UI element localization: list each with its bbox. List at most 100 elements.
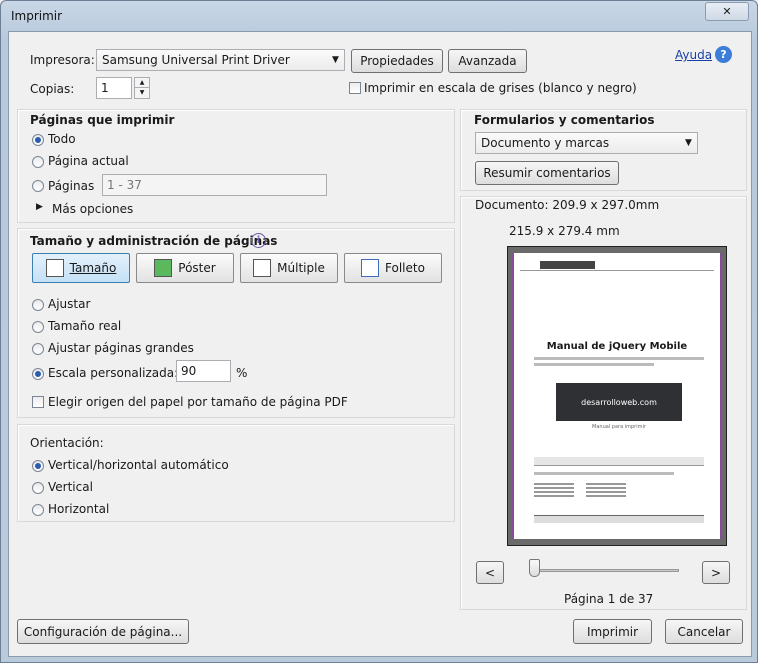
pages-title: Páginas que imprimir	[30, 113, 175, 127]
comments-select[interactable]: Documento y marcas ▼	[475, 132, 698, 154]
radio-current-label: Página actual	[48, 154, 129, 168]
chevron-down-icon: ▼	[685, 138, 692, 148]
next-page-button[interactable]: >	[702, 561, 730, 584]
radio-landscape-label: Horizontal	[48, 502, 110, 516]
print-button[interactable]: Imprimir	[573, 619, 652, 644]
help-icon[interactable]: ?	[715, 46, 732, 63]
page-range-input[interactable]: 1 - 37	[102, 174, 327, 196]
radio-current-page[interactable]	[32, 156, 44, 168]
tab-poster[interactable]: Póster	[136, 253, 234, 283]
page-slider-thumb[interactable]	[529, 559, 540, 577]
printer-select[interactable]: Samsung Universal Print Driver ▼	[96, 49, 345, 71]
preview-text-line	[534, 472, 674, 475]
prev-page-button[interactable]: <	[476, 561, 504, 584]
copies-input[interactable]: 1	[96, 77, 132, 99]
radio-auto-label: Vertical/horizontal automático	[48, 458, 229, 472]
radio-pages-label: Páginas	[48, 179, 95, 193]
radio-actual-label: Tamaño real	[48, 319, 122, 333]
poster-icon	[154, 259, 173, 277]
page-sizing-panel: Tamaño y administración de páginas i Tam…	[17, 228, 455, 418]
sizing-title: Tamaño y administración de páginas	[30, 234, 278, 248]
preview-footer-bar	[534, 515, 704, 523]
window-title: Imprimir	[11, 9, 63, 23]
comments-title: Formularios y comentarios	[474, 113, 655, 127]
radio-shrink[interactable]	[32, 343, 44, 355]
percent-label: %	[236, 366, 248, 380]
pdf-paper-source-label: Elegir origen del papel por tamaño de pá…	[48, 395, 348, 409]
close-icon: ✕	[722, 5, 732, 18]
comments-panel: Formularios y comentarios Documento y ma…	[460, 109, 747, 191]
header-logo-bar	[540, 261, 595, 269]
preview-authors-bar	[534, 457, 704, 466]
page-status-label: Página 1 de 37	[564, 592, 654, 606]
tab-size-label: Tamaño	[69, 261, 117, 275]
expand-triangle-icon[interactable]: ▶	[36, 202, 43, 212]
help-link[interactable]: Ayuda	[675, 48, 712, 62]
tab-poster-label: Póster	[178, 261, 216, 275]
preview-logo-text: desarrolloweb.com	[581, 397, 657, 407]
preview-doc-title: Manual de jQuery Mobile	[546, 341, 688, 352]
chevron-up-icon[interactable]: ▲	[134, 77, 150, 88]
paper-size-label: 215.9 x 279.4 mm	[509, 224, 620, 238]
tab-booklet-label: Folleto	[385, 261, 425, 275]
radio-landscape[interactable]	[32, 504, 44, 516]
preview-text-line	[534, 357, 704, 360]
preview-author-block	[586, 483, 626, 497]
close-button[interactable]: ✕	[705, 2, 749, 21]
comments-select-value: Documento y marcas	[481, 136, 610, 150]
multiple-pages-icon	[253, 259, 272, 277]
preview-author-block	[534, 483, 574, 497]
pdf-paper-source-checkbox[interactable]	[32, 396, 44, 408]
info-icon-glyph: i	[256, 235, 261, 246]
pages-panel: Páginas que imprimir Todo Página actual …	[17, 109, 455, 223]
chevron-down-icon[interactable]: ▼	[134, 88, 150, 99]
page-preview: Manual de jQuery Mobile desarrolloweb.co…	[507, 246, 727, 546]
chevron-left-icon: <	[484, 565, 496, 580]
print-dialog-window: Imprimir ✕ Impresora: Samsung Universal …	[0, 0, 758, 663]
radio-custom-scale[interactable]	[32, 368, 44, 380]
tab-multiple-label: Múltiple	[277, 261, 325, 275]
tab-multiple[interactable]: Múltiple	[240, 253, 338, 283]
custom-scale-input[interactable]: 90	[176, 360, 231, 382]
page-slider-track[interactable]	[539, 569, 679, 572]
preview-logo-block: desarrolloweb.com	[556, 383, 682, 421]
radio-auto-orientation[interactable]	[32, 460, 44, 472]
page-setup-button[interactable]: Configuración de página...	[17, 619, 189, 644]
grayscale-checkbox[interactable]	[349, 82, 361, 94]
radio-shrink-label: Ajustar páginas grandes	[48, 341, 194, 355]
tab-booklet[interactable]: Folleto	[344, 253, 442, 283]
booklet-icon	[361, 259, 380, 277]
radio-fit[interactable]	[32, 299, 44, 311]
radio-all[interactable]	[32, 134, 44, 146]
advanced-button[interactable]: Avanzada	[448, 49, 527, 73]
summarize-comments-button[interactable]: Resumir comentarios	[475, 161, 619, 185]
preview-header	[520, 261, 714, 271]
info-icon[interactable]: i	[251, 233, 266, 248]
radio-all-label: Todo	[48, 132, 76, 146]
orientation-title: Orientación:	[30, 436, 104, 450]
more-options-link[interactable]: Más opciones	[52, 202, 133, 216]
cancel-button[interactable]: Cancelar	[665, 619, 743, 644]
preview-logo-sub: Manual para imprimir	[592, 424, 646, 430]
radio-pages[interactable]	[32, 180, 44, 192]
tab-size[interactable]: Tamaño	[32, 253, 130, 283]
copies-stepper[interactable]: ▲ ▼	[134, 77, 150, 99]
preview-page: Manual de jQuery Mobile desarrolloweb.co…	[512, 253, 722, 539]
copies-label: Copias:	[30, 82, 75, 96]
grayscale-label: Imprimir en escala de grises (blanco y n…	[364, 81, 637, 95]
preview-text-line	[534, 363, 654, 366]
dialog-client: Impresora: Samsung Universal Print Drive…	[8, 31, 752, 657]
radio-portrait-label: Vertical	[48, 480, 93, 494]
radio-actual-size[interactable]	[32, 321, 44, 333]
radio-fit-label: Ajustar	[48, 297, 91, 311]
help-icon-glyph: ?	[720, 48, 727, 61]
radio-custom-label: Escala personalizada:	[48, 366, 179, 380]
chevron-right-icon: >	[710, 565, 722, 580]
printer-label: Impresora:	[30, 53, 95, 67]
resize-icon	[45, 259, 64, 277]
chevron-down-icon: ▼	[332, 55, 339, 65]
properties-button[interactable]: Propiedades	[351, 49, 443, 73]
radio-portrait[interactable]	[32, 482, 44, 494]
orientation-panel: Orientación: Vertical/horizontal automát…	[17, 424, 455, 522]
printer-select-value: Samsung Universal Print Driver	[102, 53, 290, 67]
